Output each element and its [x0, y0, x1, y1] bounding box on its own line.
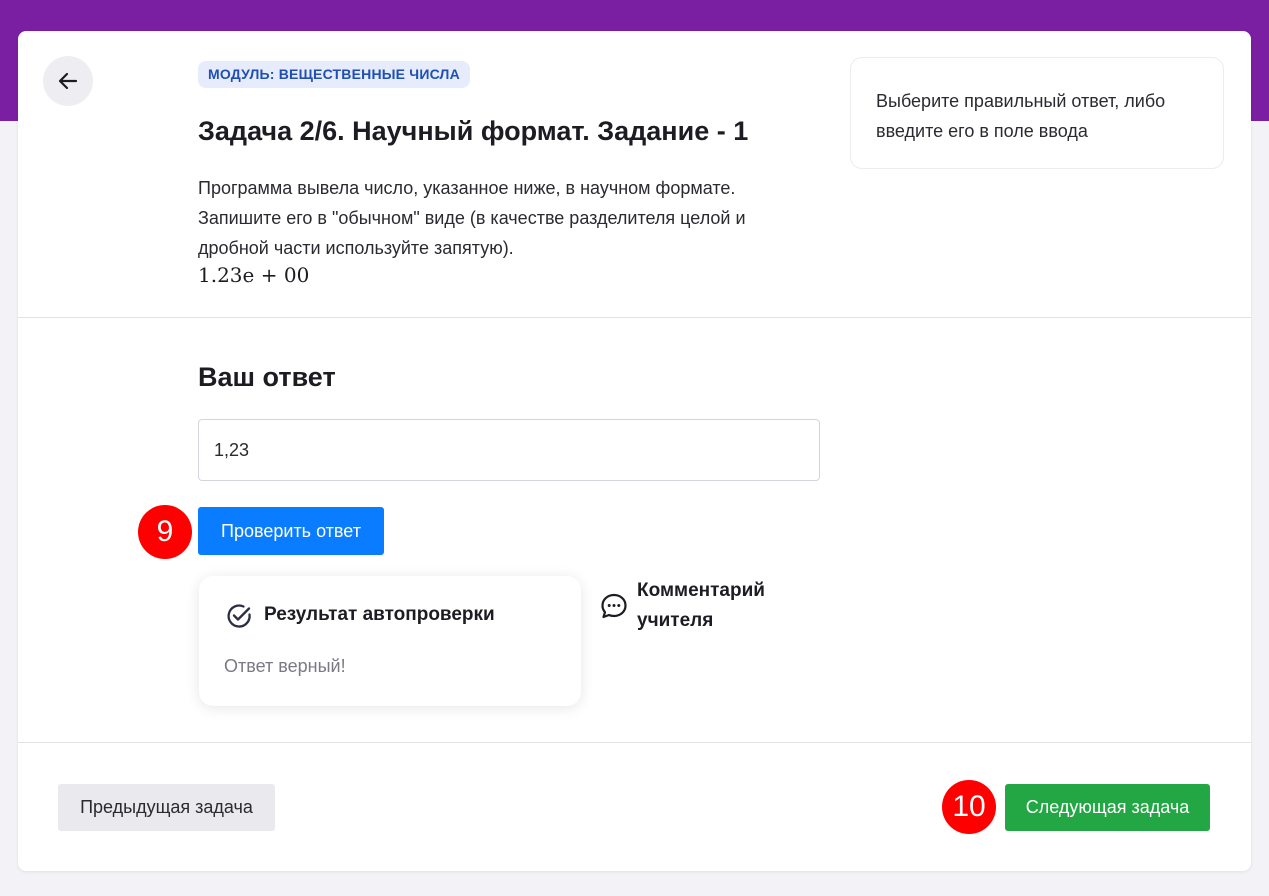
- answer-input[interactable]: [198, 419, 820, 481]
- check-answer-button[interactable]: Проверить ответ: [198, 507, 384, 555]
- step-marker-check: 9: [138, 505, 192, 559]
- check-circle-icon: [227, 604, 251, 628]
- back-button[interactable]: [43, 56, 93, 106]
- autocheck-result-card: Результат автопроверки Ответ верный!: [199, 576, 581, 706]
- next-task-button[interactable]: Следующая задача: [1005, 784, 1210, 831]
- chat-bubble-icon: [601, 593, 627, 619]
- result-message: Ответ верный!: [224, 656, 346, 676]
- previous-task-button[interactable]: Предыдущая задача: [58, 784, 275, 831]
- formula-text: 1.23e + 00: [198, 263, 310, 287]
- step-marker-next: 10: [942, 780, 996, 834]
- teacher-comment-label: Комментарий учителя: [637, 580, 765, 631]
- task-description: Программа вывела число, указанное ниже, …: [198, 178, 746, 258]
- section-divider: [18, 317, 1251, 318]
- answer-heading: Ваш ответ: [198, 362, 336, 392]
- result-title: Результат автопроверки: [264, 604, 495, 625]
- footer-divider: [18, 742, 1251, 743]
- hint-box: Выберите правильный ответ, либо введите …: [850, 57, 1224, 169]
- task-title: Задача 2/6. Научный формат. Задание - 1: [198, 116, 749, 146]
- arrow-left-icon: [58, 72, 78, 90]
- scientific-number: 1.23e + 00: [198, 263, 309, 287]
- teacher-comment-link[interactable]: Комментарий учителя: [600, 576, 797, 636]
- task-card: МОДУЛЬ: ВЕЩЕСТВЕННЫЕ ЧИСЛА Задача 2/6. Н…: [18, 31, 1251, 871]
- module-badge: МОДУЛЬ: ВЕЩЕСТВЕННЫЕ ЧИСЛА: [198, 61, 470, 88]
